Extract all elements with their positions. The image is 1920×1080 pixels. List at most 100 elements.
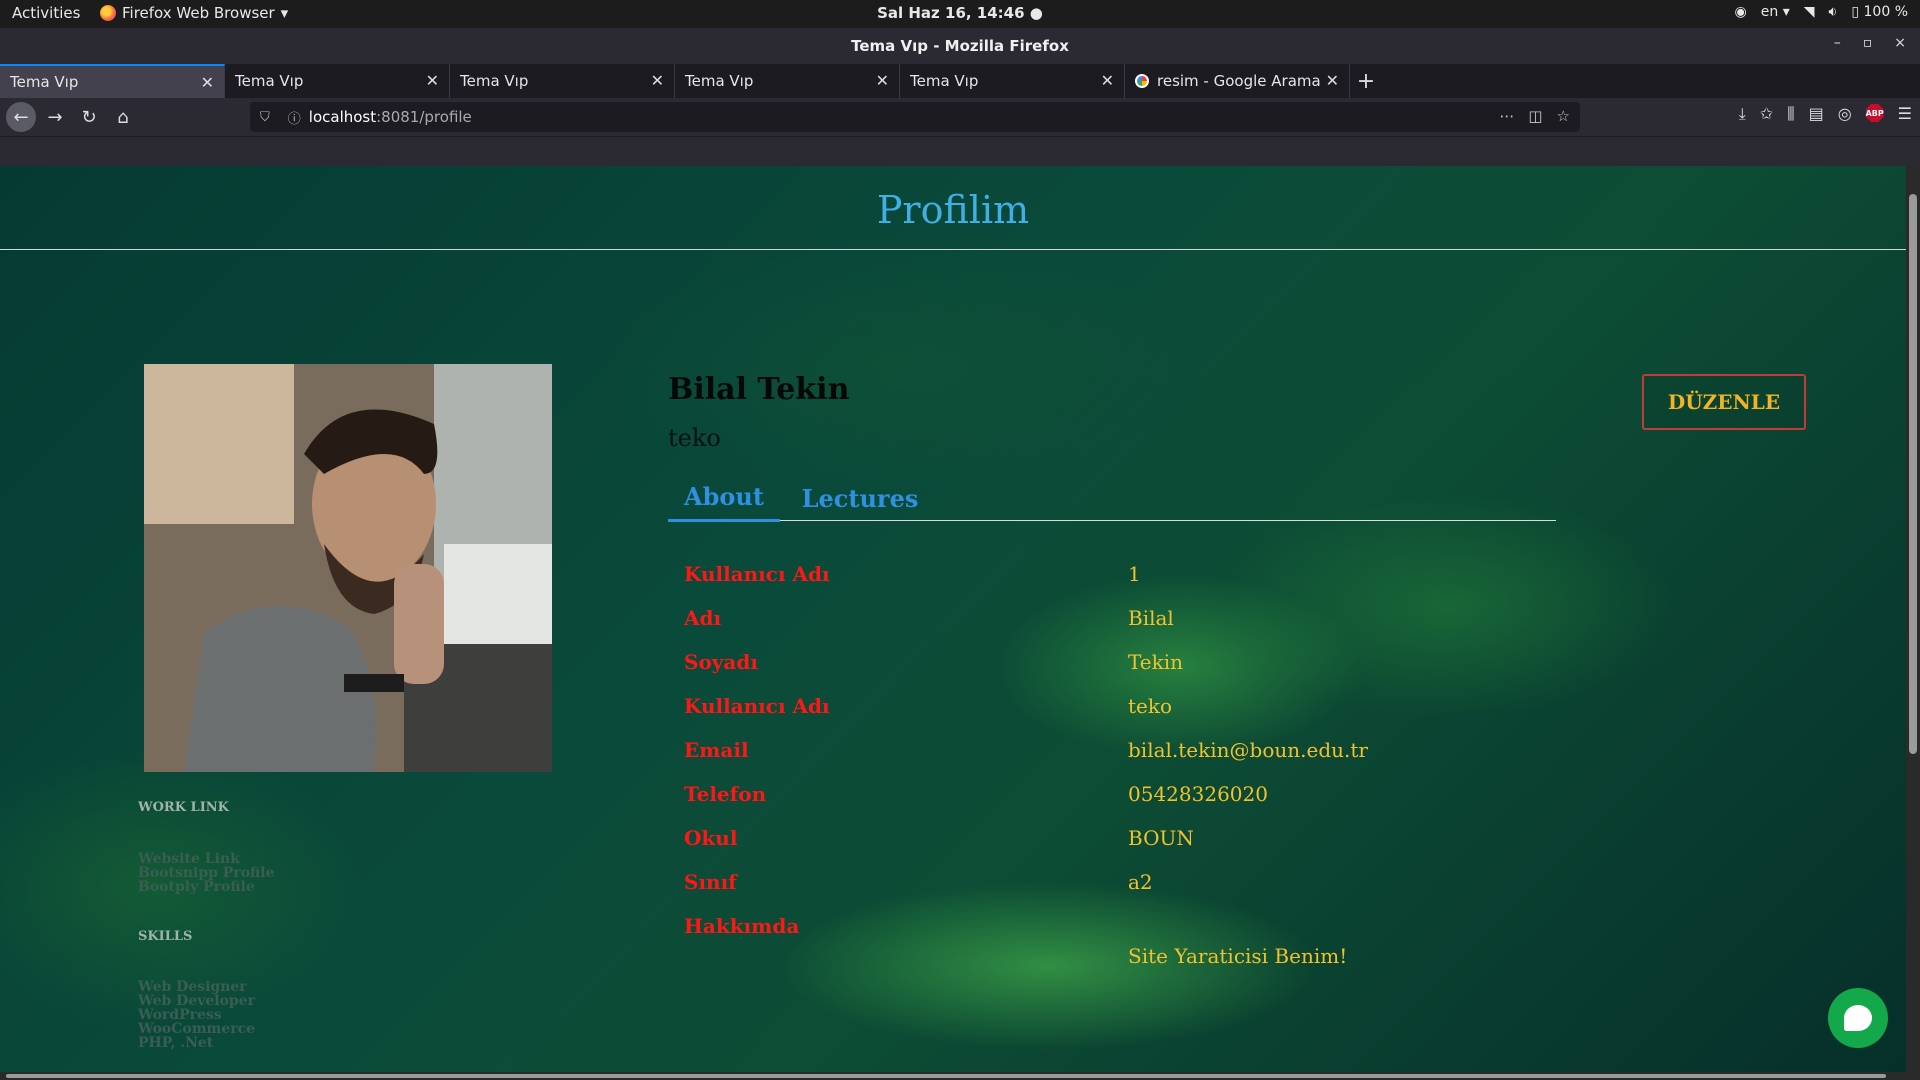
tab-close-icon[interactable]: ✕ <box>426 71 439 90</box>
google-icon <box>1135 74 1149 88</box>
language-label: en <box>1760 4 1779 20</box>
volume-icon[interactable]: 🔉︎ <box>1829 4 1838 20</box>
tab-close-icon[interactable]: ✕ <box>1326 71 1339 90</box>
skill-item: PHP, .Net <box>138 1035 214 1051</box>
accessibility-icon[interactable]: ◉ <box>1735 4 1747 20</box>
browser-tab[interactable]: Tema Vıp ✕ <box>900 64 1125 98</box>
field-label: Soyadı <box>684 650 758 674</box>
shield-icon[interactable]: ⛉ <box>260 110 270 125</box>
browser-tab[interactable]: Tema Vıp ✕ <box>675 64 900 98</box>
account-icon[interactable]: ◎ <box>1838 104 1852 124</box>
field-label: Okul <box>684 826 738 850</box>
clock-label: Sal Haz 16, 14:46 <box>877 4 1025 22</box>
tab-label: Tema Vıp <box>685 72 754 90</box>
page-title: Profilim <box>876 188 1030 232</box>
tab-strip: Tema Vıp ✕ Tema Vıp ✕ Tema Vıp ✕ Tema Vı… <box>0 64 1920 98</box>
tab-about[interactable]: About <box>668 474 780 522</box>
tab-lectures[interactable]: Lectures <box>790 474 930 522</box>
library-icon[interactable]: ⫼ <box>1787 104 1794 124</box>
user-full-name: Bilal Tekin <box>668 372 850 407</box>
tab-label: Tema Vıp <box>460 72 529 90</box>
window-titlebar: Tema Vıp - Mozilla Firefox – ▫ × <box>0 28 1920 64</box>
language-indicator[interactable]: en ▾ <box>1761 4 1790 20</box>
back-button[interactable]: ← <box>6 102 36 132</box>
skill-item: Web Developer <box>138 993 255 1009</box>
browser-tab[interactable]: Tema Vıp ✕ <box>0 64 225 98</box>
url-path: :8081/profile <box>376 108 472 126</box>
home-button[interactable]: ⌂ <box>108 102 138 132</box>
bookmarks-toolbar <box>0 136 1920 166</box>
browser-tab[interactable]: Tema Vıp ✕ <box>450 64 675 98</box>
field-value: BOUN <box>1128 826 1194 850</box>
browser-tab[interactable]: Tema Vıp ✕ <box>225 64 450 98</box>
tab-label: Tema Vıp <box>910 72 979 90</box>
field-label: Adı <box>684 606 722 630</box>
field-value: teko <box>1128 694 1173 718</box>
new-tab-button[interactable]: + <box>1350 64 1382 98</box>
tab-label: Tema Vıp <box>10 73 79 91</box>
pocket-icon[interactable]: ◫ <box>1528 107 1542 125</box>
bookmark-star-icon[interactable]: ☆ <box>1557 107 1570 125</box>
browser-tab[interactable]: resim - Google Arama ✕ <box>1125 64 1350 98</box>
edit-profile-button[interactable]: DÜZENLE <box>1642 374 1806 430</box>
tab-label: resim - Google Arama <box>1157 72 1321 90</box>
work-links: Website Link Bootsnipp Profile Bootply P… <box>138 852 274 894</box>
address-bar[interactable]: ⛉ ⓘ localhost:8081/profile ⋯ ◫ ☆ <box>250 102 1580 132</box>
field-label: Kullanıcı Adı <box>684 562 830 586</box>
field-value: Tekin <box>1128 650 1184 674</box>
maximize-icon[interactable]: ▫ <box>1863 35 1873 51</box>
bookmarks-icon[interactable]: ✩ <box>1760 104 1773 124</box>
home-icon: ⌂ <box>117 106 129 128</box>
page-viewport: Profilim WORK LINK Website Link Bootsnip… <box>0 166 1906 1072</box>
chat-widget-button[interactable] <box>1828 988 1888 1048</box>
chat-icon <box>1844 1005 1872 1031</box>
field-label: Hakkımda <box>684 914 800 938</box>
arrow-right-icon: → <box>47 106 63 128</box>
navigation-toolbar: ← → ↻ ⌂ ⛉ ⓘ localhost:8081/profile ⋯ ◫ ☆… <box>0 98 1920 136</box>
tab-close-icon[interactable]: ✕ <box>1101 71 1114 90</box>
horizontal-scrollbar[interactable] <box>0 1072 1920 1080</box>
skills-list: Web Designer Web Developer WordPress Woo… <box>138 980 255 1050</box>
reload-button[interactable]: ↻ <box>74 102 104 132</box>
forward-button[interactable]: → <box>40 102 70 132</box>
work-link-item[interactable]: Website Link <box>138 852 274 866</box>
profile-photo-graphic <box>144 364 552 772</box>
work-link-item[interactable]: Bootsnipp Profile <box>138 866 274 880</box>
download-icon[interactable]: ⤓ <box>1739 104 1746 124</box>
work-link-item[interactable]: Bootply Profile <box>138 880 274 894</box>
field-label: Sınıf <box>684 870 737 894</box>
field-label: Telefon <box>684 782 767 806</box>
user-handle: teko <box>668 424 721 452</box>
system-tray: ◉ en ▾ ◥ 🔉︎ ▯ 100 % <box>1735 4 1908 20</box>
close-icon[interactable]: × <box>1894 35 1906 51</box>
tab-close-icon[interactable]: ✕ <box>651 71 664 90</box>
tab-label: Tema Vıp <box>235 72 304 90</box>
vertical-scrollbar[interactable] <box>1906 166 1920 1072</box>
field-label: Email <box>684 738 749 762</box>
clock[interactable]: Sal Haz 16, 14:46 ● <box>0 4 1920 22</box>
field-value: 1 <box>1128 562 1141 586</box>
page-header: Profilim <box>0 166 1906 250</box>
tab-close-icon[interactable]: ✕ <box>876 71 889 90</box>
scrollbar-thumb[interactable] <box>6 1074 1886 1078</box>
url-host: localhost <box>308 108 377 126</box>
profile-photo <box>144 364 552 772</box>
plus-icon: + <box>1356 68 1376 94</box>
field-value: Bilal <box>1128 606 1174 630</box>
field-value: bilal.tekin@boun.edu.tr <box>1128 738 1368 762</box>
field-value: a2 <box>1128 870 1153 894</box>
sidebar-icon[interactable]: ▤ <box>1809 104 1824 124</box>
battery-indicator[interactable]: ▯ 100 % <box>1851 4 1908 20</box>
menu-icon[interactable]: ☰ <box>1898 104 1912 124</box>
tab-close-icon[interactable]: ✕ <box>201 73 214 92</box>
skill-item: Web Designer <box>138 979 247 995</box>
page-actions-icon[interactable]: ⋯ <box>1499 107 1514 125</box>
work-link-heading: WORK LINK <box>138 800 229 815</box>
info-icon[interactable]: ⓘ <box>288 108 301 127</box>
scrollbar-thumb[interactable] <box>1909 194 1917 754</box>
skills-heading: SKILLS <box>138 929 193 944</box>
skill-item: WooCommerce <box>138 1021 256 1037</box>
minimize-icon[interactable]: – <box>1834 35 1841 51</box>
wifi-icon[interactable]: ◥ <box>1804 4 1815 20</box>
adblock-icon[interactable]: ABP <box>1865 104 1884 122</box>
